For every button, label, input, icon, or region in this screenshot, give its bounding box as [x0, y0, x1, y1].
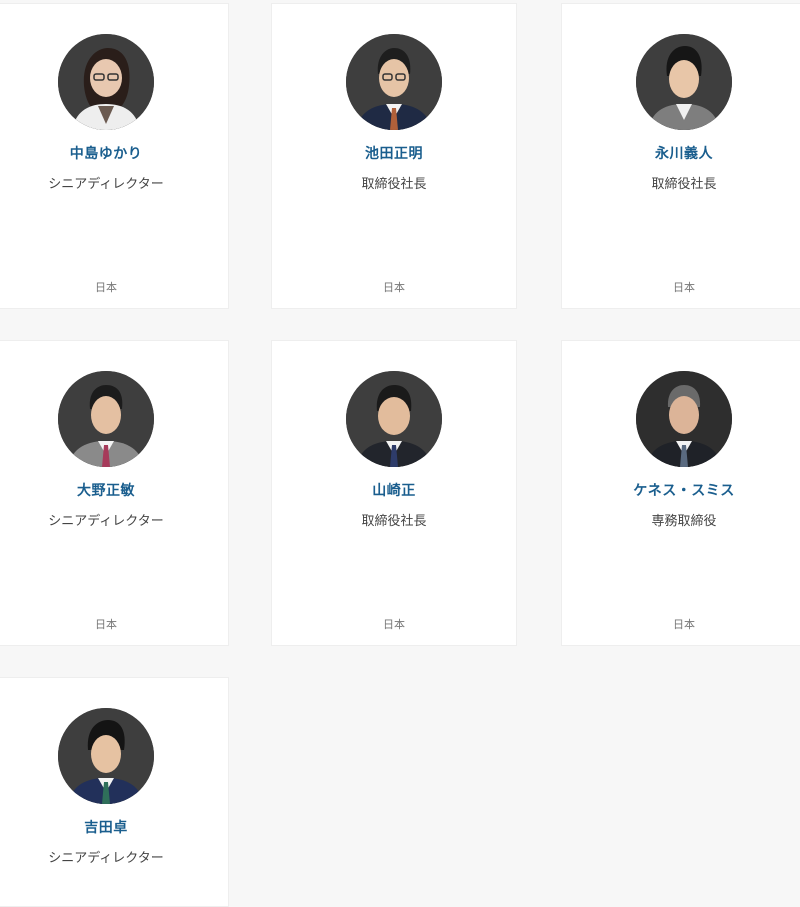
- person-role: 専務取締役: [651, 514, 717, 529]
- avatar: [58, 708, 154, 804]
- person-role: シニアディレクター: [48, 851, 164, 866]
- person-name[interactable]: 山崎正: [272, 480, 516, 500]
- avatar: [346, 371, 442, 467]
- person-country: 日本: [673, 618, 695, 631]
- avatar: [636, 34, 732, 130]
- person-country: 日本: [383, 281, 405, 294]
- person-card-yamazaki[interactable]: 山崎正 取締役社長 日本: [271, 340, 517, 646]
- person-man-icon: [636, 371, 732, 467]
- person-country: 日本: [95, 281, 117, 294]
- person-name[interactable]: 中島ゆかり: [0, 143, 228, 163]
- person-name[interactable]: 池田正明: [272, 143, 516, 163]
- person-name[interactable]: ケネス・スミス: [562, 480, 800, 500]
- person-card-ono[interactable]: 大野正敏 シニアディレクター 日本: [0, 340, 229, 646]
- person-man-icon: [58, 708, 154, 804]
- person-card-smith[interactable]: ケネス・スミス 専務取締役 日本: [561, 340, 800, 646]
- person-card-ikeda[interactable]: 池田正明 取締役社長 日本: [271, 3, 517, 309]
- avatar: [636, 371, 732, 467]
- person-role: 取締役社長: [361, 514, 427, 529]
- person-country: 日本: [383, 618, 405, 631]
- person-country: 日本: [673, 281, 695, 294]
- person-country: 日本: [95, 618, 117, 631]
- person-man-icon: [346, 371, 442, 467]
- person-name[interactable]: 大野正敏: [0, 480, 228, 500]
- person-card-yoshida[interactable]: 吉田卓 シニアディレクター: [0, 677, 229, 907]
- person-card-nakajima[interactable]: 中島ゆかり シニアディレクター 日本: [0, 3, 229, 309]
- person-name[interactable]: 永川義人: [562, 143, 800, 163]
- person-man-icon: [346, 34, 442, 130]
- person-man-icon: [58, 371, 154, 467]
- person-role: 取締役社長: [651, 177, 717, 192]
- person-role: 取締役社長: [361, 177, 427, 192]
- person-role: シニアディレクター: [48, 514, 164, 529]
- person-man-icon: [636, 34, 732, 130]
- person-woman-icon: [58, 34, 154, 130]
- person-card-nagakawa[interactable]: 永川義人 取締役社長 日本: [561, 3, 800, 309]
- avatar: [58, 371, 154, 467]
- avatar: [58, 34, 154, 130]
- person-role: シニアディレクター: [48, 177, 164, 192]
- avatar: [346, 34, 442, 130]
- person-name[interactable]: 吉田卓: [0, 817, 228, 837]
